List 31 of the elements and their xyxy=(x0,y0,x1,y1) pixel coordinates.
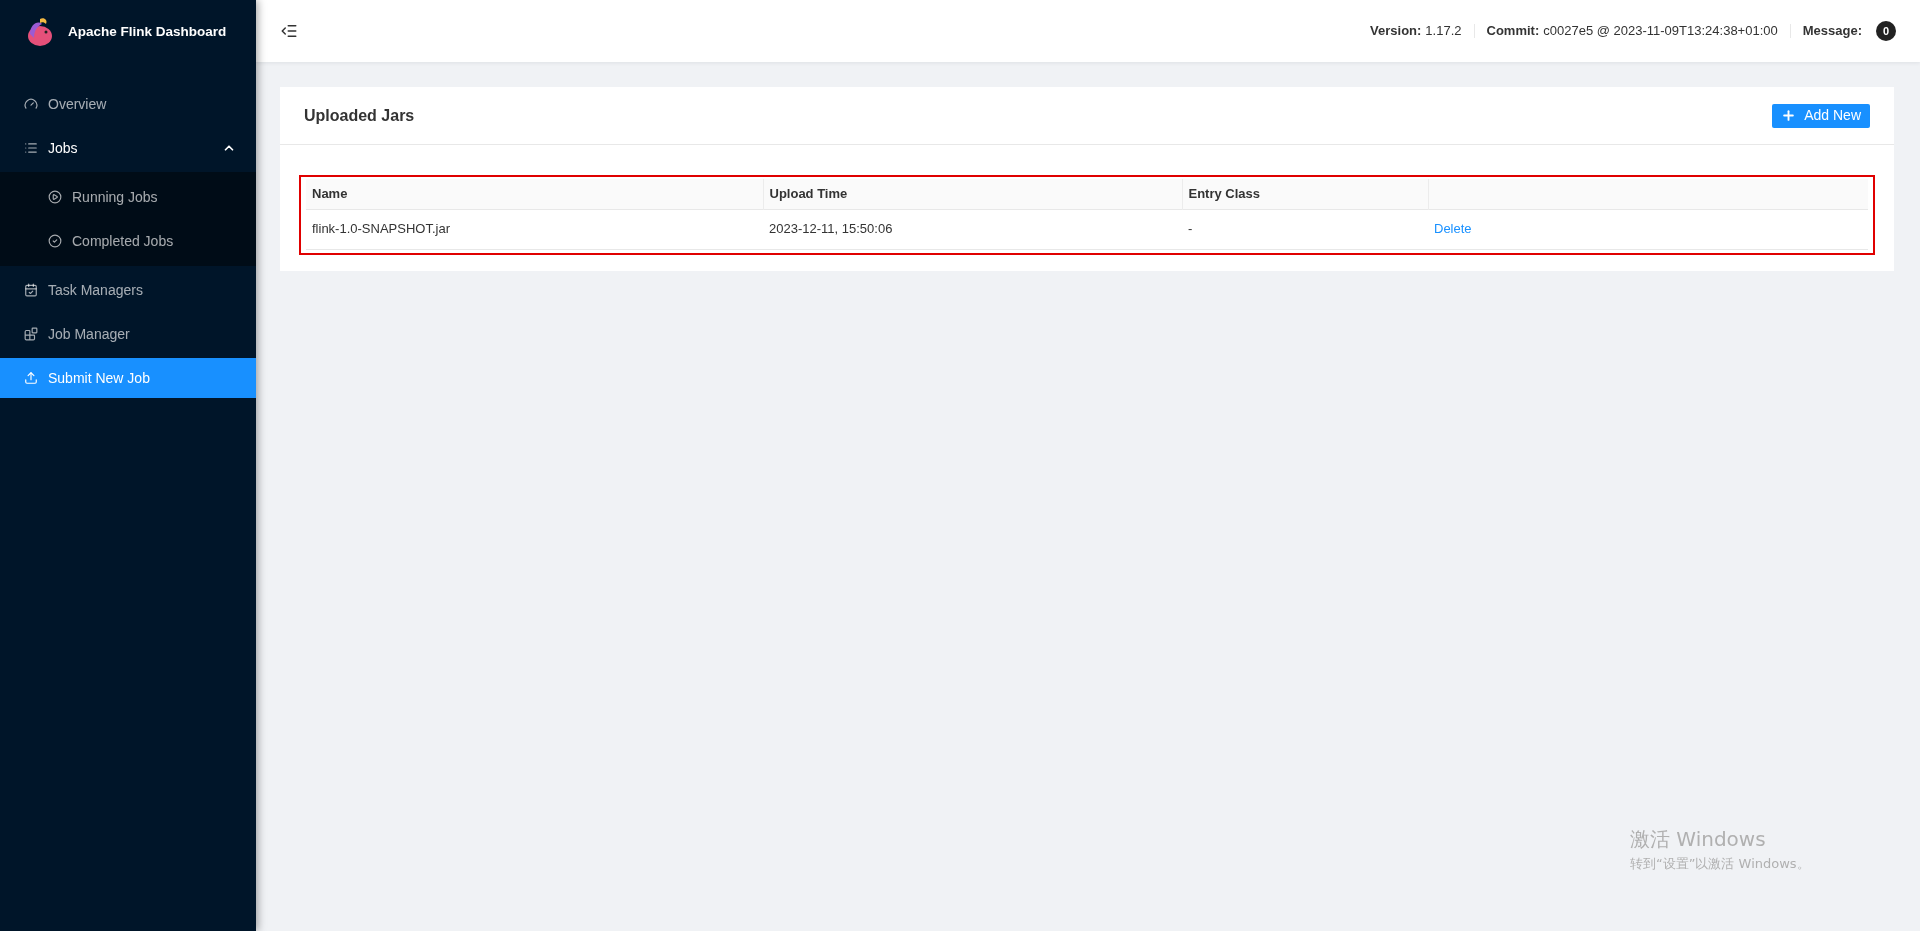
message-count-badge[interactable]: 0 xyxy=(1876,21,1896,41)
list-icon xyxy=(24,141,38,155)
message-label: Message: xyxy=(1802,22,1862,41)
gauge-icon xyxy=(24,97,38,111)
version-value: 1.17.2 xyxy=(1425,22,1462,41)
column-header: Name xyxy=(306,179,763,209)
nav-subitem[interactable]: Running Jobs xyxy=(0,177,256,217)
upload-icon xyxy=(24,371,38,385)
menu-collapse-icon[interactable] xyxy=(280,22,298,40)
check-circle-icon xyxy=(48,234,62,248)
commit-label: Commit: xyxy=(1486,22,1540,41)
version-label: Version: xyxy=(1370,22,1422,41)
play-circle-icon xyxy=(48,190,62,204)
calendar-icon xyxy=(24,283,38,297)
nav-item[interactable]: Task Managers xyxy=(0,270,256,310)
blocks-icon xyxy=(24,327,38,341)
nav-subitem[interactable]: Completed Jobs xyxy=(0,221,256,261)
app-title: Apache Flink Dashboard xyxy=(68,22,227,41)
plus-icon xyxy=(1781,108,1797,123)
commit-value: c0027e5 @ 2023-11-09T13:24:38+01:00 xyxy=(1543,22,1778,41)
column-header: Entry Class xyxy=(1182,179,1428,209)
nav-item[interactable]: Job Manager xyxy=(0,314,256,354)
nav-item[interactable]: Jobs xyxy=(0,128,256,168)
activation-hint: 转到“设置”以激活 Windows。 xyxy=(1630,855,1810,873)
column-header: Upload Time xyxy=(763,179,1182,209)
table-cell: - xyxy=(1182,209,1428,249)
nav-item[interactable]: Overview xyxy=(0,84,256,124)
activation-title: 激活 Windows xyxy=(1630,826,1767,852)
table-cell: 2023-12-11, 15:50:06 xyxy=(763,209,1182,249)
table-cell: flink-1.0-SNAPSHOT.jar xyxy=(306,209,763,249)
card-title: Uploaded Jars xyxy=(304,105,415,126)
